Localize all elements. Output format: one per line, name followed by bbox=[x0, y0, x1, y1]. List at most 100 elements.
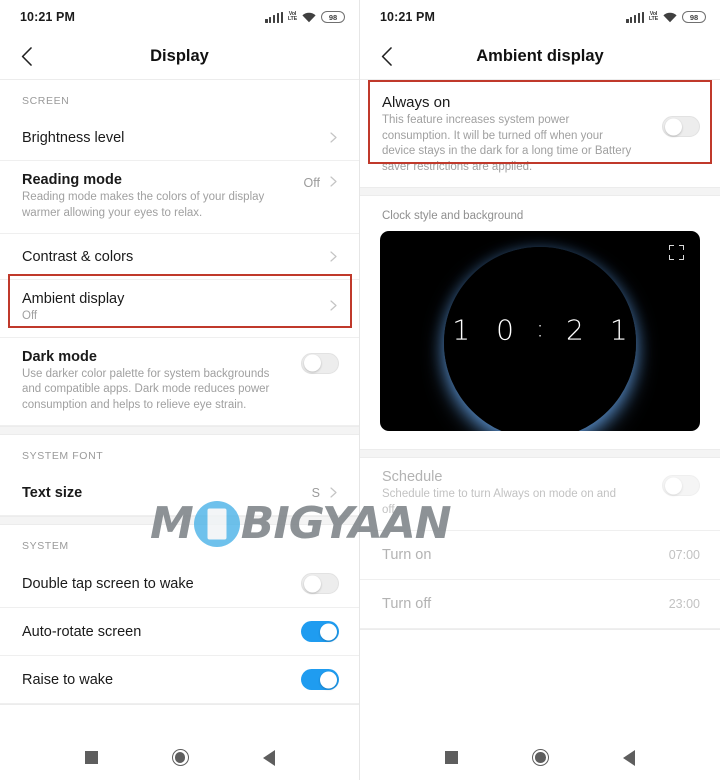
chevron-right-icon bbox=[328, 251, 339, 262]
volte-icon: VoI LTE bbox=[648, 11, 658, 23]
settings-list-display: SCREEN Brightness level Reading mode Rea… bbox=[0, 80, 359, 735]
row-always-on[interactable]: Always on This feature increases system … bbox=[360, 80, 720, 187]
chevron-right-icon bbox=[328, 300, 339, 311]
row-reading-mode-sub: Reading mode makes the colors of your di… bbox=[22, 191, 265, 219]
clock-colon: : bbox=[535, 314, 545, 343]
row-dark-mode-sub: Use darker color palette for system back… bbox=[22, 367, 270, 411]
battery-level-label: 98 bbox=[328, 12, 338, 22]
clock-style-label: Clock style and background bbox=[382, 210, 524, 222]
status-bar-time: 10:21 PM bbox=[380, 10, 435, 24]
row-contrast-colors-title: Contrast & colors bbox=[22, 248, 134, 265]
app-bar-right: Ambient display bbox=[360, 34, 720, 80]
volte-label-bottom: LTE bbox=[287, 16, 297, 22]
volte-label-bottom: LTE bbox=[648, 16, 658, 22]
chevron-right-icon bbox=[328, 132, 339, 143]
toggle-double-tap-to-wake[interactable] bbox=[301, 573, 339, 594]
back-triangle-icon[interactable] bbox=[623, 749, 635, 766]
row-schedule[interactable]: Schedule Schedule time to turn Always on… bbox=[360, 458, 720, 531]
clock-preview-digits: 1 0 : 2 1 bbox=[380, 316, 700, 344]
wifi-icon bbox=[663, 12, 677, 23]
app-bar-left: Display bbox=[0, 34, 359, 80]
row-dark-mode[interactable]: Dark mode Use darker color palette for s… bbox=[0, 337, 359, 426]
row-auto-rotate-screen[interactable]: Auto-rotate screen bbox=[0, 608, 359, 656]
row-turn-on[interactable]: Turn on 07:00 bbox=[360, 531, 720, 580]
signal-strength-icon bbox=[626, 11, 644, 23]
row-reading-mode-value: Off bbox=[303, 176, 320, 190]
battery-icon: 98 bbox=[682, 11, 706, 23]
row-brightness-level-title: Brightness level bbox=[22, 129, 125, 146]
row-dark-mode-title: Dark mode bbox=[22, 348, 97, 365]
dual-screenshot-container: 10:21 PM VoI LTE 98 Display SCREEN Brigh… bbox=[0, 0, 720, 780]
row-turn-on-value: 07:00 bbox=[668, 548, 700, 562]
signal-strength-icon bbox=[265, 11, 283, 23]
row-contrast-colors[interactable]: Contrast & colors bbox=[0, 234, 359, 280]
list-bottom-filler bbox=[360, 629, 720, 630]
row-ambient-display[interactable]: Ambient display Off bbox=[0, 280, 359, 338]
recents-icon[interactable] bbox=[84, 751, 98, 764]
section-header-system-font: SYSTEM FONT bbox=[0, 435, 359, 470]
row-reading-mode-title: Reading mode bbox=[22, 172, 122, 188]
row-double-tap-title: Double tap screen to wake bbox=[22, 575, 194, 592]
row-text-size-value: S bbox=[311, 485, 320, 500]
section-header-system: SYSTEM bbox=[0, 525, 359, 560]
row-turn-off[interactable]: Turn off 23:00 bbox=[360, 580, 720, 629]
row-brightness-level[interactable]: Brightness level bbox=[0, 115, 359, 161]
navigation-bar-left bbox=[0, 735, 359, 780]
list-bottom-filler bbox=[0, 704, 359, 705]
status-bar-icons: VoI LTE 98 bbox=[626, 11, 706, 23]
home-icon[interactable] bbox=[171, 749, 189, 766]
clock-digit-h2: 0 bbox=[496, 313, 514, 347]
toggle-dark-mode[interactable] bbox=[301, 352, 339, 374]
toggle-auto-rotate-screen[interactable] bbox=[301, 621, 339, 642]
back-button-display[interactable] bbox=[0, 34, 52, 80]
right-phone-screen: 10:21 PM VoI LTE 98 Ambient display Alwa… bbox=[360, 0, 720, 780]
row-turn-off-title: Turn off bbox=[382, 596, 432, 612]
toggle-raise-to-wake[interactable] bbox=[301, 669, 339, 690]
toggle-schedule[interactable] bbox=[662, 475, 700, 496]
row-always-on-sub: This feature increases system power cons… bbox=[382, 114, 632, 173]
clock-digit-m2: 1 bbox=[609, 313, 628, 347]
status-bar-right: 10:21 PM VoI LTE 98 bbox=[360, 0, 720, 34]
row-turn-off-value: 23:00 bbox=[668, 597, 700, 611]
section-header-screen: SCREEN bbox=[0, 80, 359, 115]
clock-digit-m1: 2 bbox=[566, 313, 584, 347]
row-auto-rotate-title: Auto-rotate screen bbox=[22, 623, 142, 640]
back-button-ambient-display[interactable] bbox=[360, 34, 412, 80]
navigation-bar-right bbox=[360, 735, 720, 780]
section-divider bbox=[0, 516, 359, 525]
page-title-ambient-display: Ambient display bbox=[476, 47, 604, 65]
toggle-always-on[interactable] bbox=[662, 116, 700, 137]
section-divider bbox=[0, 426, 359, 435]
row-ambient-display-title: Ambient display bbox=[22, 291, 125, 307]
row-ambient-display-sub: Off bbox=[22, 310, 38, 322]
row-schedule-sub: Schedule time to turn Always on mode on … bbox=[382, 488, 616, 516]
wifi-icon bbox=[302, 12, 316, 23]
row-reading-mode[interactable]: Reading mode Reading mode makes the colo… bbox=[0, 161, 359, 234]
row-double-tap-to-wake[interactable]: Double tap screen to wake bbox=[0, 560, 359, 608]
row-raise-to-wake-title: Raise to wake bbox=[22, 671, 114, 688]
ambient-display-content: Always on This feature increases system … bbox=[360, 80, 720, 735]
section-divider bbox=[360, 187, 720, 196]
home-icon[interactable] bbox=[532, 749, 549, 766]
status-bar-left: 10:21 PM VoI LTE 98 bbox=[0, 0, 359, 34]
status-bar-time: 10:21 PM bbox=[20, 10, 75, 24]
status-bar-icons: VoI LTE 98 bbox=[265, 11, 345, 23]
left-phone-screen: 10:21 PM VoI LTE 98 Display SCREEN Brigh… bbox=[0, 0, 360, 780]
recents-icon[interactable] bbox=[445, 751, 458, 764]
clock-preview-card[interactable]: 1 0 : 2 1 bbox=[380, 231, 700, 431]
chevron-right-icon bbox=[328, 176, 339, 187]
page-title-display: Display bbox=[150, 47, 209, 65]
row-always-on-title: Always on bbox=[382, 94, 451, 111]
row-turn-on-title: Turn on bbox=[382, 547, 432, 563]
row-schedule-title: Schedule bbox=[382, 469, 443, 485]
section-divider bbox=[360, 449, 720, 458]
expand-fullscreen-icon[interactable] bbox=[669, 245, 684, 260]
row-raise-to-wake[interactable]: Raise to wake bbox=[0, 656, 359, 704]
chevron-right-icon bbox=[328, 487, 339, 498]
battery-level-label: 98 bbox=[689, 12, 699, 22]
back-triangle-icon[interactable] bbox=[262, 749, 275, 766]
clock-digit-h1: 1 bbox=[452, 313, 471, 347]
row-text-size[interactable]: Text size S bbox=[0, 470, 359, 516]
battery-icon: 98 bbox=[321, 11, 345, 23]
row-text-size-title: Text size bbox=[22, 484, 83, 501]
